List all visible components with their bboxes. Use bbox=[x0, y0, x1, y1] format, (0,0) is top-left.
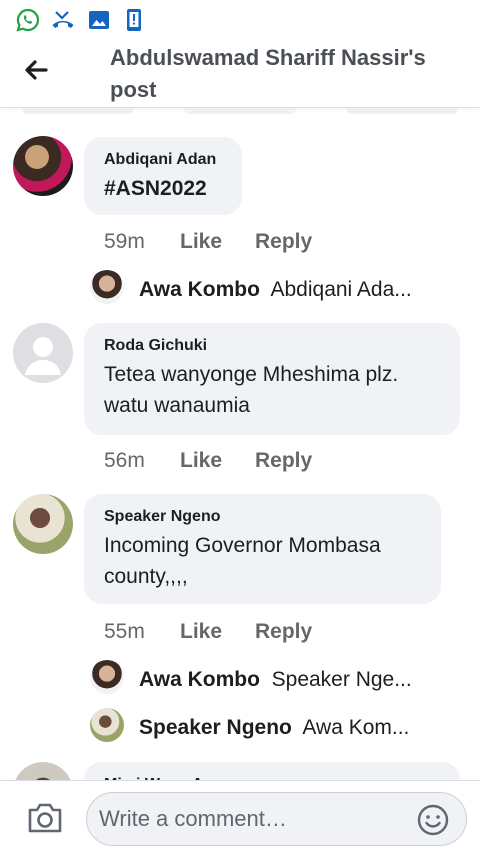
comment-text: Tetea wanyonge Mheshima plz. watu wanaum… bbox=[104, 363, 399, 417]
reply-button[interactable]: Reply bbox=[255, 446, 312, 476]
reply-snippet: Awa Kom... bbox=[302, 716, 410, 739]
comment-bubble: Abdiqani Adan #ASN2022 bbox=[84, 137, 242, 215]
reply-button[interactable]: Reply bbox=[255, 617, 312, 647]
avatar[interactable] bbox=[13, 136, 73, 196]
like-button[interactable]: Like bbox=[180, 446, 222, 476]
default-avatar[interactable] bbox=[13, 323, 73, 383]
like-button[interactable]: Like bbox=[180, 617, 222, 647]
comment-text: #ASN2022 bbox=[104, 177, 207, 200]
partial-chip bbox=[22, 108, 134, 114]
reply-preview[interactable]: Speaker Ngeno Awa Kom... bbox=[88, 708, 458, 748]
partial-chip bbox=[346, 108, 458, 114]
reply-snippet: Speaker Nge... bbox=[271, 668, 412, 691]
avatar bbox=[90, 708, 124, 742]
partial-chip bbox=[184, 108, 296, 114]
whatsapp-icon bbox=[16, 8, 40, 32]
comment-composer: Write a comment… bbox=[0, 780, 480, 854]
reply-author: Awa Kombo bbox=[139, 668, 260, 691]
comment-input[interactable]: Write a comment… bbox=[86, 792, 467, 846]
comment-author[interactable]: Abdiqani Adan bbox=[104, 149, 222, 171]
phone-storage-icon bbox=[127, 9, 141, 31]
comment-author[interactable]: Speaker Ngeno bbox=[104, 506, 421, 528]
avatar bbox=[90, 660, 124, 694]
reply-button[interactable]: Reply bbox=[255, 227, 312, 257]
reply-snippet: Abdiqani Ada... bbox=[270, 278, 412, 301]
comment-author[interactable]: Roda Gichuki bbox=[104, 335, 440, 357]
missed-call-icon bbox=[52, 11, 74, 28]
camera-icon[interactable] bbox=[26, 801, 64, 835]
like-button[interactable]: Like bbox=[180, 227, 222, 257]
reply-preview[interactable]: Awa Kombo Speaker Nge... bbox=[88, 660, 458, 700]
post-header: Abdulswamad Shariff Nassir's post bbox=[0, 40, 480, 108]
emoji-icon[interactable] bbox=[416, 803, 450, 837]
comment-text: Incoming Governor Mombasa county,,,, bbox=[104, 534, 381, 588]
avatar[interactable] bbox=[13, 494, 73, 554]
comment-placeholder: Write a comment… bbox=[99, 806, 287, 831]
person-silhouette-icon bbox=[25, 337, 61, 375]
comment-bubble: Speaker Ngeno Incoming Governor Mombasa … bbox=[84, 494, 441, 604]
reply-preview[interactable]: Awa Kombo Abdiqani Ada... bbox=[88, 270, 458, 310]
comment-time: 56m bbox=[104, 449, 145, 472]
page-title: Abdulswamad Shariff Nassir's post bbox=[110, 45, 426, 102]
gallery-icon bbox=[89, 11, 109, 29]
comment-time: 59m bbox=[104, 230, 145, 253]
back-arrow-icon[interactable] bbox=[20, 54, 52, 86]
comment-time: 55m bbox=[104, 620, 145, 643]
status-bar bbox=[0, 0, 480, 40]
avatar bbox=[90, 270, 124, 304]
reply-author: Awa Kombo bbox=[139, 278, 260, 301]
comment-bubble: Roda Gichuki Tetea wanyonge Mheshima plz… bbox=[84, 323, 460, 435]
reply-author: Speaker Ngeno bbox=[139, 716, 292, 739]
